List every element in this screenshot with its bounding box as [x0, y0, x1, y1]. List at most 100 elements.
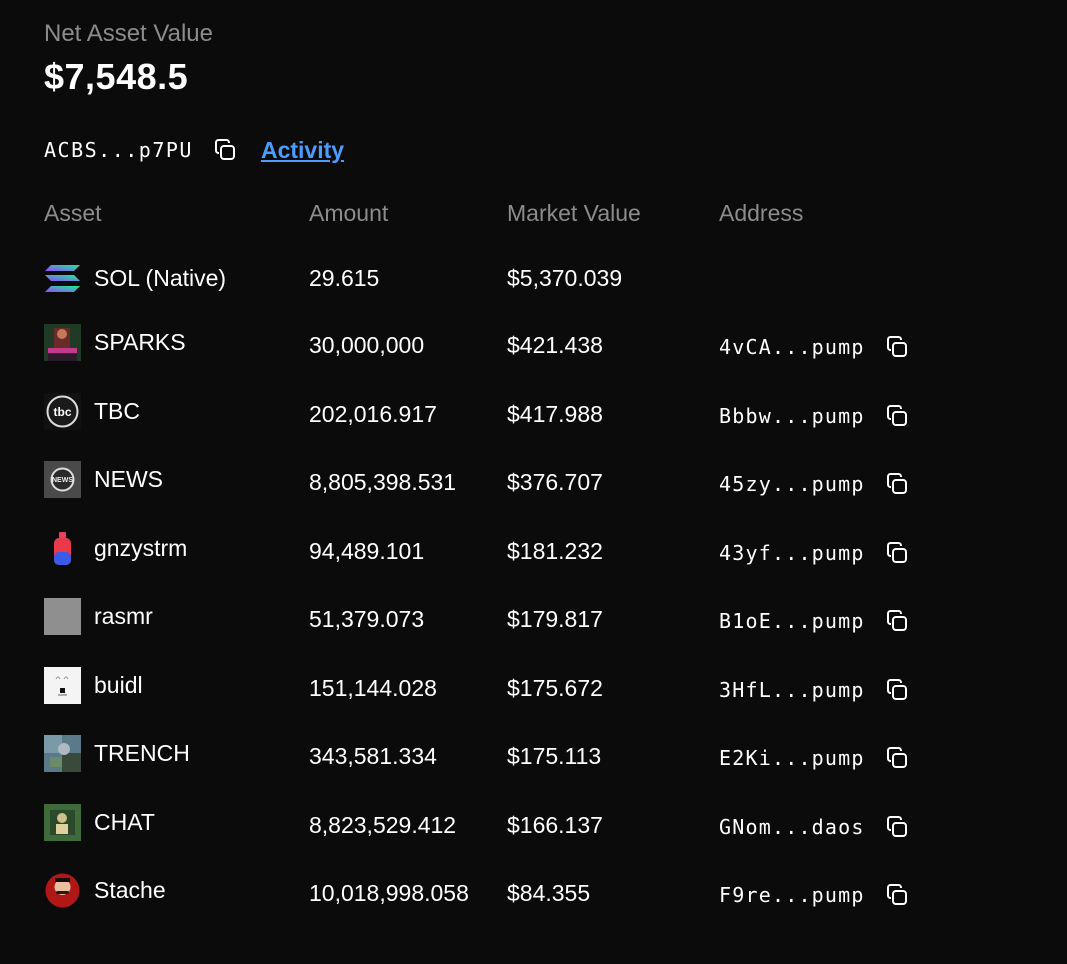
- asset-cell: NEWS NEWS: [44, 459, 163, 499]
- solana-logo-icon: [44, 260, 81, 297]
- asset-market-value: $181.232: [507, 537, 603, 564]
- column-header-amount: Amount: [309, 200, 389, 226]
- asset-address: Bbbw...pump: [719, 404, 865, 428]
- sparks-token-icon: [44, 323, 81, 361]
- copy-icon[interactable]: [883, 402, 911, 430]
- portfolio-page: Net Asset Value $7,548.5 ACBS...p7PU Act…: [0, 0, 1067, 964]
- copy-icon[interactable]: [883, 333, 911, 361]
- net-asset-value-amount: $7,548.5: [44, 56, 189, 97]
- activity-link[interactable]: Activity: [261, 137, 344, 164]
- asset-market-value: $84.355: [507, 879, 591, 906]
- asset-amount: 8,823,529.412: [309, 811, 457, 838]
- asset-address-cell: 3HfL...pump: [719, 670, 911, 710]
- table-row[interactable]: TRENCH 343,581.334 $175.113 E2Ki...pump: [0, 733, 1067, 773]
- asset-cell: buidl: [44, 665, 143, 705]
- asset-amount: 51,379.073: [309, 605, 425, 632]
- asset-name: TBC: [94, 397, 140, 424]
- asset-amount: 343,581.334: [309, 742, 437, 769]
- copy-icon[interactable]: [883, 470, 911, 498]
- asset-market-value: $175.672: [507, 674, 603, 701]
- stache-token-icon: [44, 871, 81, 909]
- asset-name: TRENCH: [94, 739, 190, 766]
- column-header-address: Address: [719, 200, 804, 226]
- asset-amount: 29.615: [309, 264, 380, 291]
- table-row[interactable]: buidl 151,144.028 $175.672 3HfL...pump: [0, 665, 1067, 705]
- asset-address-cell: B1oE...pump: [719, 601, 911, 641]
- table-row[interactable]: Stache 10,018,998.058 $84.355 F9re...pump: [0, 870, 1067, 910]
- news-token-icon: NEWS: [44, 460, 81, 498]
- asset-address-cell: Bbbw...pump: [719, 396, 911, 436]
- asset-address: F9re...pump: [719, 883, 865, 907]
- asset-name: Stache: [94, 876, 166, 903]
- copy-icon[interactable]: [883, 813, 911, 841]
- asset-market-value: $166.137: [507, 811, 603, 838]
- copy-icon[interactable]: [883, 539, 911, 567]
- tbc-token-icon: tbc: [44, 392, 81, 430]
- table-row[interactable]: NEWS NEWS 8,805,398.531 $376.707 45zy...pump: [0, 459, 1067, 499]
- net-asset-value-label: Net Asset Value: [44, 20, 213, 47]
- asset-cell: rasmr: [44, 596, 153, 636]
- table-row[interactable]: gnzystrm 94,489.101 $181.232 43yf...pump: [0, 528, 1067, 568]
- asset-name: buidl: [94, 671, 143, 698]
- table-row[interactable]: SOL (Native) 29.615 $5,370.039: [0, 258, 1067, 298]
- asset-market-value: $376.707: [507, 468, 603, 495]
- svg-text:NEWS: NEWS: [52, 477, 73, 484]
- table-row[interactable]: CHAT 8,823,529.412 $166.137 GNom...daos: [0, 802, 1067, 842]
- svg-text:tbc: tbc: [54, 405, 72, 419]
- wallet-row: ACBS...p7PU Activity: [44, 134, 344, 166]
- copy-icon[interactable]: [883, 607, 911, 635]
- asset-address-cell: 43yf...pump: [719, 533, 911, 573]
- buidl-token-icon: [44, 666, 81, 704]
- trench-token-icon: [44, 734, 81, 772]
- asset-address: 4vCA...pump: [719, 335, 865, 359]
- asset-name: SOL (Native): [94, 264, 227, 291]
- asset-amount: 30,000,000: [309, 331, 425, 358]
- asset-market-value: $421.438: [507, 331, 603, 358]
- asset-cell: gnzystrm: [44, 528, 187, 568]
- gnzystrm-token-icon: [44, 529, 81, 567]
- asset-address: B1oE...pump: [719, 609, 865, 633]
- asset-address-cell: 45zy...pump: [719, 464, 911, 504]
- wallet-address: ACBS...p7PU: [44, 138, 193, 162]
- asset-address-cell: GNom...daos: [719, 807, 911, 847]
- asset-cell: SOL (Native): [44, 258, 226, 298]
- asset-name: SPARKS: [94, 328, 186, 355]
- asset-cell: SPARKS: [44, 322, 186, 362]
- asset-name: gnzystrm: [94, 534, 188, 561]
- asset-cell: CHAT: [44, 802, 155, 842]
- copy-icon[interactable]: [883, 881, 911, 909]
- asset-address: 45zy...pump: [719, 472, 865, 496]
- asset-address: 3HfL...pump: [719, 678, 865, 702]
- asset-amount: 8,805,398.531: [309, 468, 457, 495]
- copy-icon[interactable]: [883, 676, 911, 704]
- asset-market-value: $179.817: [507, 605, 603, 632]
- chat-token-icon: [44, 803, 81, 841]
- asset-amount: 151,144.028: [309, 674, 437, 701]
- asset-address: E2Ki...pump: [719, 746, 865, 770]
- asset-cell: tbc TBC: [44, 391, 140, 431]
- asset-cell: TRENCH: [44, 733, 190, 773]
- asset-amount: 202,016.917: [309, 400, 437, 427]
- asset-market-value: $175.113: [507, 742, 602, 769]
- asset-name: NEWS: [94, 465, 163, 492]
- asset-address: GNom...daos: [719, 815, 865, 839]
- column-header-asset: Asset: [44, 200, 102, 226]
- asset-address: 43yf...pump: [719, 541, 865, 565]
- rasmr-token-icon: [44, 597, 81, 635]
- asset-market-value: $417.988: [507, 400, 603, 427]
- asset-market-value: $5,370.039: [507, 264, 623, 291]
- table-row[interactable]: tbc TBC 202,016.917 $417.988 Bbbw...pump: [0, 391, 1067, 431]
- table-row[interactable]: rasmr 51,379.073 $179.817 B1oE...pump: [0, 596, 1067, 636]
- asset-cell: Stache: [44, 870, 166, 910]
- column-header-market-value: Market Value: [507, 200, 641, 226]
- asset-address-cell: F9re...pump: [719, 875, 911, 915]
- table-row[interactable]: SPARKS 30,000,000 $421.438 4vCA...pump: [0, 322, 1067, 362]
- asset-address-cell: 4vCA...pump: [719, 327, 911, 367]
- asset-name: CHAT: [94, 808, 155, 835]
- asset-amount: 10,018,998.058: [309, 879, 469, 906]
- copy-icon[interactable]: [211, 136, 239, 164]
- asset-amount: 94,489.101: [309, 537, 425, 564]
- copy-icon[interactable]: [883, 744, 911, 772]
- asset-name: rasmr: [94, 602, 153, 629]
- asset-address-cell: E2Ki...pump: [719, 738, 911, 778]
